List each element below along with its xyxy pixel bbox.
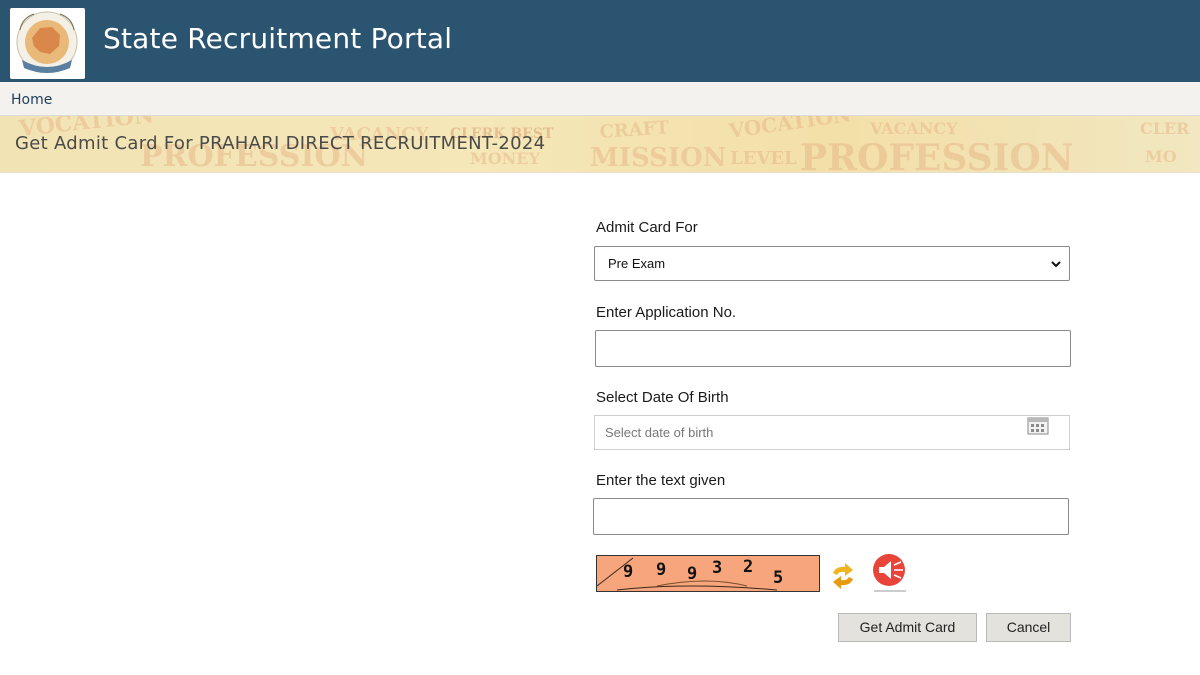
audio-captcha-icon[interactable] xyxy=(870,553,910,595)
captcha-char-2: 9 xyxy=(656,560,666,580)
emblem-icon xyxy=(16,11,78,73)
captcha-char-5: 2 xyxy=(743,557,753,577)
page-title: Get Admit Card For PRAHARI DIRECT RECRUI… xyxy=(15,133,546,154)
page-banner: VOCATION PROFESSION VACANCY CLERK BEST M… xyxy=(0,116,1200,173)
refresh-captcha-icon[interactable] xyxy=(828,561,858,591)
dob-placeholder: Select date of birth xyxy=(605,425,714,440)
calendar-icon[interactable] xyxy=(1027,416,1049,436)
get-admit-card-button[interactable]: Get Admit Card xyxy=(838,613,977,642)
captcha-art: 9 9 9 3 2 5 xyxy=(597,557,783,591)
captcha-char-6: 5 xyxy=(773,568,783,588)
svg-text:MISSION: MISSION xyxy=(590,143,727,172)
svg-text:CRAFT: CRAFT xyxy=(599,117,670,143)
state-emblem-logo[interactable] xyxy=(10,8,85,79)
svg-text:LEVEL: LEVEL xyxy=(730,148,797,169)
dob-field[interactable]: Select date of birth xyxy=(594,415,1070,450)
cancel-button[interactable]: Cancel xyxy=(986,613,1071,642)
admit-card-for-select[interactable]: Pre Exam xyxy=(594,246,1070,281)
svg-text:MO: MO xyxy=(1145,147,1177,166)
svg-text:VACANCY: VACANCY xyxy=(869,119,958,138)
captcha-input[interactable] xyxy=(593,498,1069,535)
svg-text:PROFESSION: PROFESSION xyxy=(800,137,1074,172)
admit-card-for-label: Admit Card For xyxy=(596,219,698,236)
captcha-char-4: 3 xyxy=(712,558,722,578)
svg-text:CLER: CLER xyxy=(1140,119,1190,138)
top-nav: Home xyxy=(0,82,1200,116)
captcha-image: 9 9 9 3 2 5 xyxy=(596,555,820,592)
application-no-input[interactable] xyxy=(595,330,1071,367)
portal-title: State Recruitment Portal xyxy=(103,22,453,55)
site-header: State Recruitment Portal xyxy=(0,0,1200,82)
admit-card-for-selected-value: Pre Exam xyxy=(608,256,666,271)
captcha-char-1: 9 xyxy=(623,562,633,582)
dob-label: Select Date Of Birth xyxy=(596,389,729,406)
application-no-label: Enter Application No. xyxy=(596,304,737,321)
nav-home-link[interactable]: Home xyxy=(11,92,52,108)
captcha-label: Enter the text given xyxy=(596,472,726,489)
captcha-char-3: 9 xyxy=(687,564,697,584)
chevron-down-icon xyxy=(1051,261,1061,268)
